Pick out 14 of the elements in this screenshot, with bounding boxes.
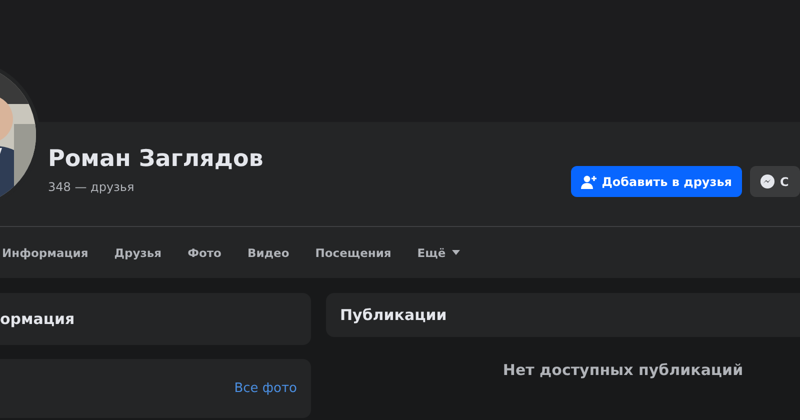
profile-tab[interactable]: Фото <box>188 246 222 260</box>
profile-tab[interactable]: Ещё <box>417 246 460 260</box>
friends-count[interactable]: 348 — друзья <box>48 180 571 194</box>
profile-tab[interactable]: Друзья <box>114 246 162 260</box>
profile-tab[interactable]: Видео <box>247 246 290 260</box>
card-title: ормация <box>0 310 75 328</box>
message-button[interactable]: С <box>750 166 800 197</box>
all-photos-link[interactable]: Все фото <box>234 381 297 396</box>
profile-tab[interactable]: Посещения <box>315 246 392 260</box>
profile-name: Роман Заглядов <box>48 145 264 174</box>
profile-tab[interactable]: Информация <box>2 246 88 260</box>
card-title: Публикации <box>340 306 447 324</box>
empty-message: Нет доступных публикаций <box>502 361 744 379</box>
add-friend-button[interactable]: Добавить в друзья <box>570 166 742 197</box>
